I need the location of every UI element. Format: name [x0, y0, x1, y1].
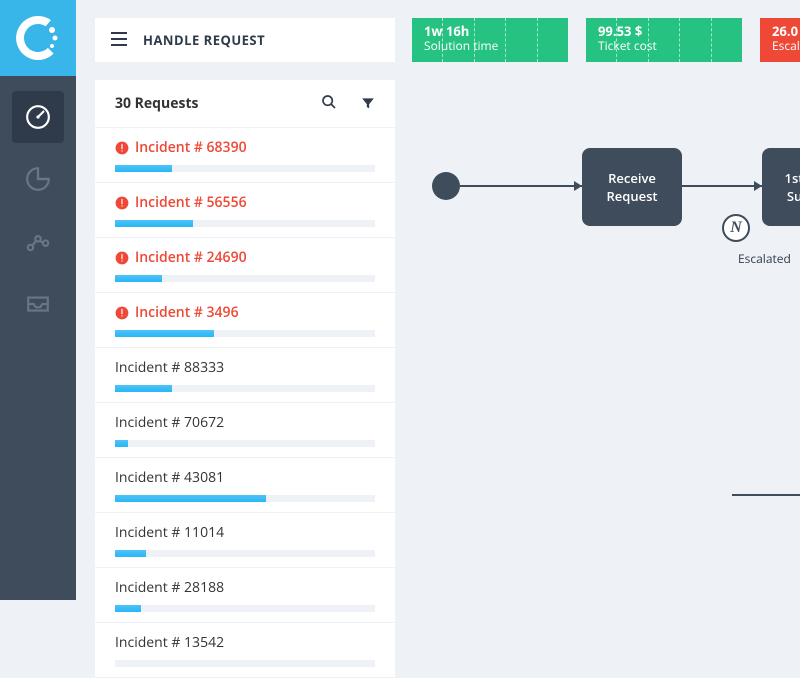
filter-icon[interactable]: [361, 93, 375, 115]
list-item[interactable]: Incident # 43081: [95, 458, 395, 513]
list-item-title: Incident # 28188: [115, 578, 375, 597]
list-item-label: Incident # 43081: [115, 468, 224, 487]
nav-dashboard[interactable]: [12, 91, 64, 143]
list-item-label: Incident # 24690: [135, 248, 247, 267]
progress-fill: [115, 220, 193, 227]
list-item-label: Incident # 56556: [135, 193, 247, 212]
list-item[interactable]: Incident # 24690: [95, 238, 395, 293]
progress-fill: [115, 275, 162, 282]
list-item-title: Incident # 3496: [115, 303, 375, 322]
progress-bar: [115, 275, 375, 282]
list-item-title: Incident # 11014: [115, 523, 375, 542]
request-list: 30 Requests Incident # 68390 Incident # 5…: [95, 80, 395, 678]
progress-fill: [115, 440, 128, 447]
flow-start: [432, 172, 460, 200]
progress-bar: [115, 330, 375, 337]
kpi-label: Solution time: [424, 39, 556, 53]
list-item[interactable]: Incident # 11014: [95, 513, 395, 568]
kpi-label: Escalate: [772, 39, 800, 53]
alert-icon: [115, 141, 129, 155]
list-item-title: Incident # 68390: [115, 138, 375, 157]
alert-icon: [115, 306, 129, 320]
progress-fill: [115, 495, 266, 502]
progress-bar: [115, 550, 375, 557]
header-panel: HANDLE REQUEST: [95, 18, 395, 62]
progress-bar: [115, 660, 375, 667]
list-header: 30 Requests: [95, 80, 395, 128]
list-item-label: Incident # 88333: [115, 358, 224, 377]
list-item[interactable]: Incident # 13542: [95, 623, 395, 678]
menu-icon[interactable]: [111, 29, 127, 51]
gauge-icon: [25, 104, 51, 130]
list-item[interactable]: Incident # 3496: [95, 293, 395, 348]
nav-analytics[interactable]: [12, 153, 64, 205]
list-body: Incident # 68390 Incident # 56556 Incident…: [95, 128, 395, 678]
progress-bar: [115, 605, 375, 612]
edge-label: Escalated: [738, 250, 791, 267]
flow-canvas: Receive Request 1st Level Support N Escalat…: [412, 130, 800, 530]
nav-process[interactable]: [12, 215, 64, 267]
logo: [0, 0, 76, 76]
progress-bar: [115, 165, 375, 172]
list-item-title: Incident # 56556: [115, 193, 375, 212]
list-item-title: Incident # 24690: [115, 248, 375, 267]
sidebar: [0, 0, 76, 600]
list-actions: [321, 93, 375, 115]
list-count: 30 Requests: [115, 94, 199, 113]
progress-fill: [115, 165, 172, 172]
nodes-icon: [25, 228, 51, 254]
alert-icon: [115, 251, 129, 265]
list-item-label: Incident # 70672: [115, 413, 224, 432]
list-item-label: Incident # 13542: [115, 633, 224, 652]
list-item-title: Incident # 43081: [115, 468, 375, 487]
kpi-strip: 1w 16hSolution time 99.53 $Ticket cost 26.…: [412, 18, 800, 62]
list-item[interactable]: Incident # 70672: [95, 403, 395, 458]
flow-node-receive[interactable]: Receive Request: [582, 148, 682, 226]
progress-fill: [115, 550, 146, 557]
progress-fill: [115, 330, 214, 337]
inbox-icon: [25, 290, 51, 316]
progress-bar: [115, 220, 375, 227]
list-item[interactable]: Incident # 88333: [95, 348, 395, 403]
progress-bar: [115, 495, 375, 502]
kpi-card[interactable]: 99.53 $Ticket cost: [586, 18, 742, 62]
pie-icon: [25, 166, 51, 192]
list-item[interactable]: Incident # 68390: [95, 128, 395, 183]
list-item-label: Incident # 11014: [115, 523, 224, 542]
flow-edge: [682, 185, 762, 187]
decision-indicator: N: [722, 214, 750, 242]
progress-fill: [115, 605, 141, 612]
arrow-icon: [754, 181, 762, 191]
nav-inbox[interactable]: [12, 277, 64, 329]
list-item-title: Incident # 70672: [115, 413, 375, 432]
list-item[interactable]: Incident # 56556: [95, 183, 395, 238]
arrow-icon: [574, 181, 582, 191]
list-item-label: Incident # 28188: [115, 578, 224, 597]
kpi-label: Ticket cost: [598, 39, 730, 53]
kpi-card[interactable]: 1w 16hSolution time: [412, 18, 568, 62]
list-item[interactable]: Incident # 28188: [95, 568, 395, 623]
flow-edge: [732, 494, 800, 496]
list-item-title: Incident # 88333: [115, 358, 375, 377]
search-icon[interactable]: [321, 93, 337, 115]
list-item-title: Incident # 13542: [115, 633, 375, 652]
list-item-label: Incident # 3496: [135, 303, 239, 322]
progress-bar: [115, 440, 375, 447]
page-title: HANDLE REQUEST: [143, 31, 265, 49]
flow-edge: [460, 185, 582, 187]
progress-fill: [115, 385, 172, 392]
kpi-card[interactable]: 26.0 %Escalate: [760, 18, 800, 62]
nav: [0, 76, 76, 334]
flow-node-support[interactable]: 1st Level Support: [762, 148, 800, 226]
list-item-label: Incident # 68390: [135, 138, 247, 157]
progress-bar: [115, 385, 375, 392]
alert-icon: [115, 196, 129, 210]
